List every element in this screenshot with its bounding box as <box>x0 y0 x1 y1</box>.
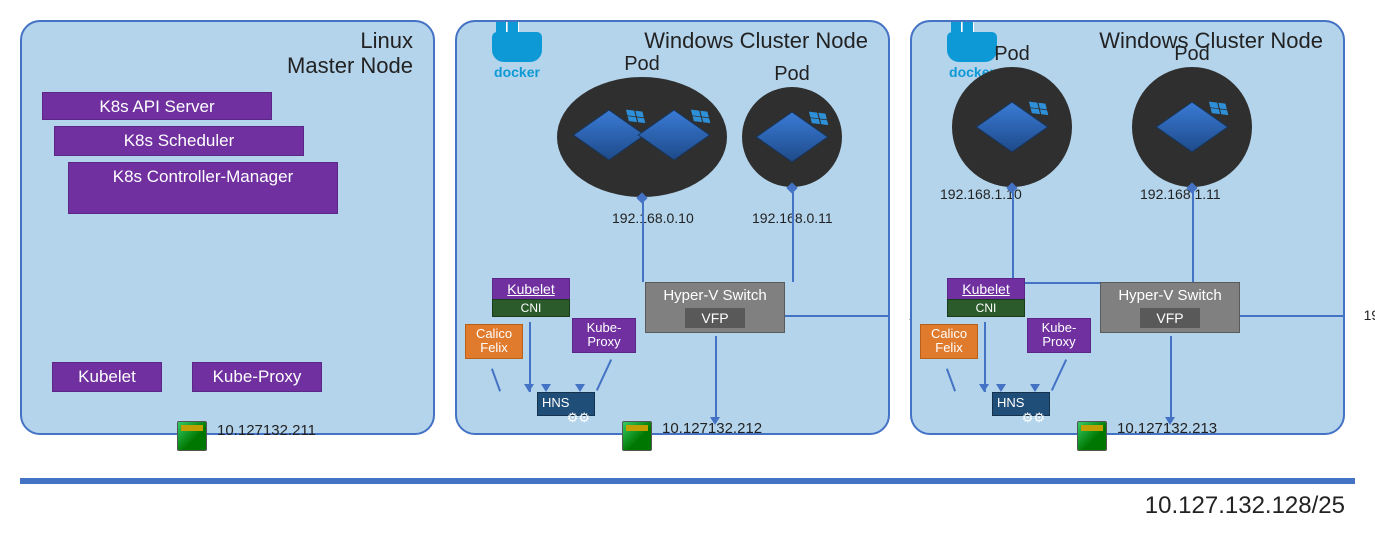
linux-master-node: Linux Master Node K8s API Server K8s Sch… <box>20 20 435 435</box>
connector <box>1051 359 1067 391</box>
nic-ip: 10.127132.211 <box>217 422 316 439</box>
pod-subnet: 192.168.1.0/24 <box>1364 307 1375 323</box>
connector <box>1012 282 1100 284</box>
connector <box>792 192 794 282</box>
k8s-scheduler: K8s Scheduler <box>54 126 304 156</box>
hvswitch-label: Hyper-V Switch <box>1101 283 1239 308</box>
docker-label: docker <box>494 64 540 80</box>
kube-proxy: Kube- Proxy <box>572 318 636 353</box>
pod-label: Pod <box>1174 43 1210 66</box>
container-cube-icon <box>755 111 828 162</box>
arrowhead-icon <box>524 384 534 392</box>
hns: HNS ⚙⚙ <box>537 392 595 416</box>
hns: HNS ⚙⚙ <box>992 392 1050 416</box>
calico-felix: Calico Felix <box>465 324 523 359</box>
windows-cluster-node-2: Windows Cluster Node docker Pod Pod 192.… <box>910 20 1345 435</box>
kubelet: Kubelet <box>947 278 1025 299</box>
cni: CNI <box>947 299 1025 317</box>
arrowhead-icon <box>1030 384 1040 392</box>
pod-label: Pod <box>994 43 1030 66</box>
pod-label: Pod <box>624 53 660 76</box>
container-cube-icon <box>637 109 710 160</box>
connector <box>596 359 612 391</box>
nic-icon <box>622 421 652 451</box>
pod-1: Pod <box>952 67 1072 187</box>
vfp: VFP <box>1140 308 1200 328</box>
arrowhead-icon <box>575 384 585 392</box>
hyper-v-switch: Hyper-V Switch VFP <box>1100 282 1240 333</box>
gear-icon: ⚙⚙ <box>567 410 590 426</box>
nic-ip: 10.127132.213 <box>1117 420 1217 437</box>
node-title: Linux Master Node <box>287 28 413 79</box>
kube-proxy: Kube-Proxy <box>192 362 322 392</box>
pod-ip-2: 192.168.1.11 <box>1140 186 1221 202</box>
arrowhead-icon <box>979 384 989 392</box>
node-title: Windows Cluster Node <box>1099 28 1323 53</box>
kube-proxy: Kube- Proxy <box>1027 318 1091 353</box>
pod-1: Pod <box>557 77 727 197</box>
hns-label: HNS <box>542 395 569 410</box>
calico-felix: Calico Felix <box>920 324 978 359</box>
k8s-api-server: K8s API Server <box>42 92 272 120</box>
container-cube-icon <box>975 101 1048 152</box>
connector <box>785 315 890 317</box>
cni: CNI <box>492 299 570 317</box>
pod-label: Pod <box>774 63 810 86</box>
container-cube-icon <box>572 109 645 160</box>
connector <box>946 368 956 391</box>
connector <box>529 322 531 392</box>
kubelet-box: Kubelet CNI <box>947 278 1025 317</box>
connector <box>1192 192 1194 282</box>
nic-icon <box>177 421 207 451</box>
arrowhead-icon <box>541 384 551 392</box>
arrowhead-icon <box>996 384 1006 392</box>
pod-ip-1: 192.168.0.10 <box>612 210 694 226</box>
k8s-controller-manager: K8s Controller-Manager <box>68 162 338 214</box>
pod-2: Pod <box>1132 67 1252 187</box>
kubelet: Kubelet <box>52 362 162 392</box>
connector <box>491 368 501 391</box>
underlay-network-line <box>20 478 1355 484</box>
underlay-subnet: 10.127.132.128/25 <box>1145 492 1345 520</box>
connector <box>1012 192 1014 282</box>
connector <box>1170 336 1172 421</box>
hyper-v-switch: Hyper-V Switch VFP <box>645 282 785 333</box>
connector <box>715 336 717 421</box>
connector <box>642 202 644 282</box>
hns-label: HNS <box>997 395 1024 410</box>
connector <box>984 322 986 392</box>
docker-logo-icon: docker <box>472 32 562 80</box>
vfp: VFP <box>685 308 745 328</box>
kubelet: Kubelet <box>492 278 570 299</box>
connector <box>1240 315 1345 317</box>
nic-ip: 10.127132.212 <box>662 420 762 437</box>
pod-2: Pod <box>742 87 842 187</box>
nic-icon <box>1077 421 1107 451</box>
container-cube-icon <box>1155 101 1228 152</box>
node-title: Windows Cluster Node <box>644 28 868 53</box>
windows-cluster-node-1: Windows Cluster Node docker Pod Pod 192.… <box>455 20 890 435</box>
cluster-diagram: Linux Master Node K8s API Server K8s Sch… <box>0 0 1375 445</box>
gear-icon: ⚙⚙ <box>1022 410 1045 426</box>
kubelet-box: Kubelet CNI <box>492 278 570 317</box>
hvswitch-label: Hyper-V Switch <box>646 283 784 308</box>
